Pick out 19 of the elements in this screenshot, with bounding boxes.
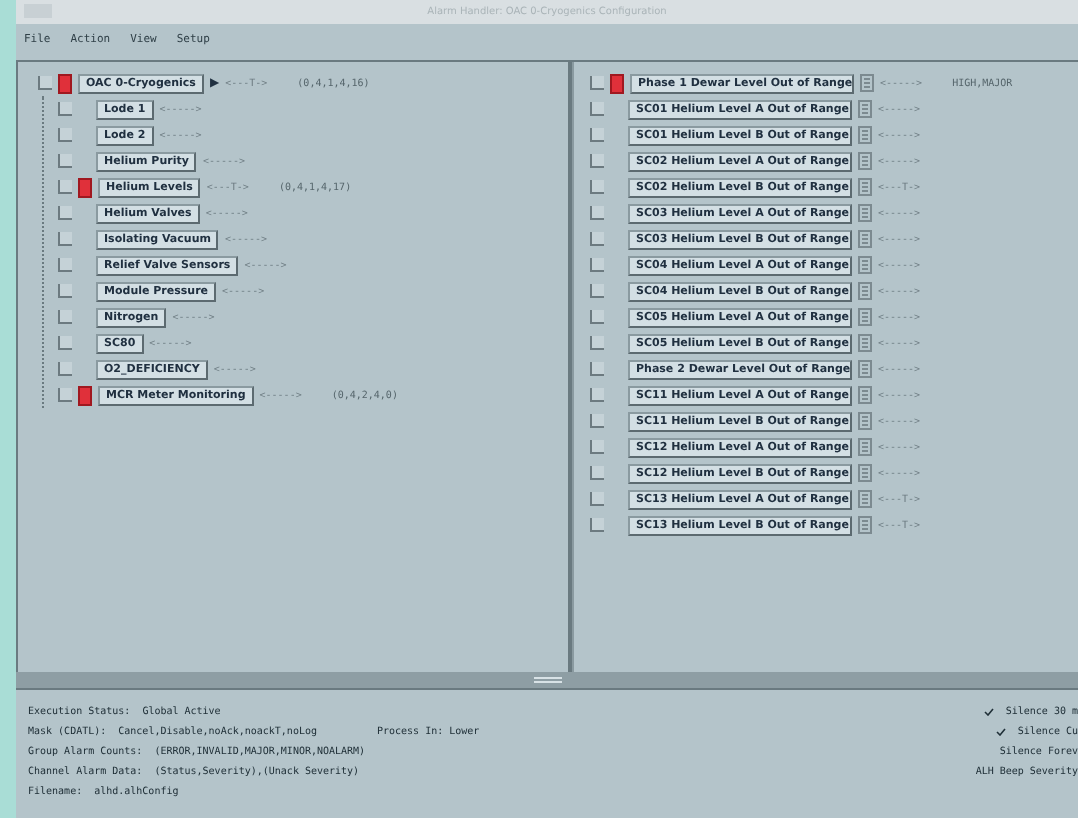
guidance-icon[interactable] — [858, 360, 872, 378]
guidance-icon[interactable] — [858, 412, 872, 430]
guidance-icon[interactable] — [858, 386, 872, 404]
guidance-icon[interactable] — [858, 256, 872, 274]
guidance-icon[interactable] — [858, 100, 872, 118]
guidance-icon[interactable] — [858, 464, 872, 482]
guidance-icon[interactable] — [858, 282, 872, 300]
splitter-handle-icon[interactable] — [533, 675, 561, 685]
guidance-icon[interactable] — [858, 178, 872, 196]
guidance-icon[interactable] — [858, 230, 872, 248]
guidance-icon[interactable] — [860, 74, 874, 92]
guidance-icon[interactable] — [858, 490, 872, 508]
guidance-icon[interactable] — [858, 334, 872, 352]
guidance-icon[interactable] — [858, 204, 872, 222]
guidance-icon[interactable] — [858, 308, 872, 326]
guidance-icon[interactable] — [858, 126, 872, 144]
guidance-icon[interactable] — [858, 152, 872, 170]
guidance-icon[interactable] — [858, 516, 872, 534]
guidance-icon[interactable] — [858, 438, 872, 456]
